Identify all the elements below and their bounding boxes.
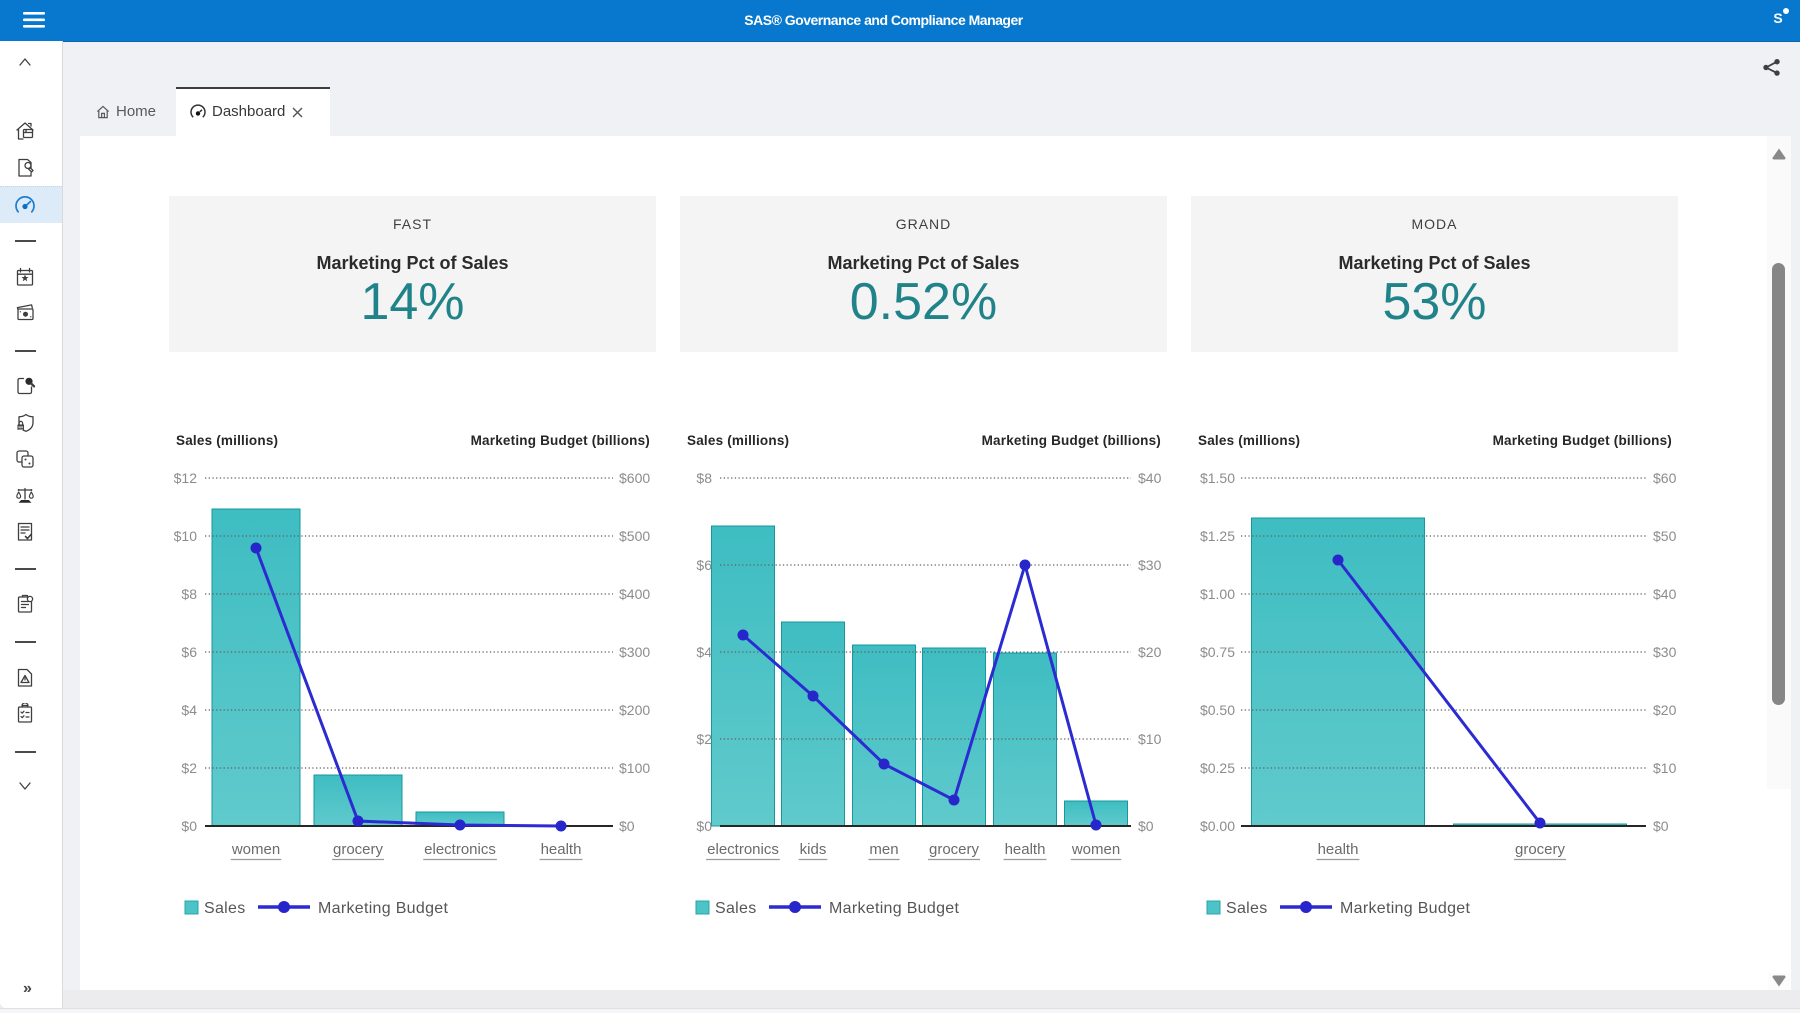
svg-text:electronics: electronics [424,841,496,858]
svg-text:kids: kids [800,841,827,858]
svg-text:$0: $0 [181,818,197,834]
svg-text:$100: $100 [619,760,650,776]
svg-text:$10: $10 [1138,731,1162,747]
svg-text:Marketing Budget (billions): Marketing Budget (billions) [982,433,1161,448]
svg-text:$6: $6 [181,644,197,660]
svg-text:$0: $0 [1138,818,1154,834]
svg-text:$0.25: $0.25 [1200,760,1235,776]
svg-text:$300: $300 [619,644,650,660]
svg-text:$2: $2 [181,760,197,776]
svg-text:$60: $60 [1653,470,1677,486]
svg-text:$2: $2 [696,731,712,747]
svg-text:$40: $40 [1138,470,1162,486]
svg-text:$4: $4 [696,644,712,660]
svg-text:$12: $12 [174,470,198,486]
svg-text:$50: $50 [1653,528,1677,544]
svg-text:$0: $0 [1653,818,1669,834]
svg-text:women: women [231,841,280,858]
svg-text:health: health [541,841,582,858]
svg-text:$0: $0 [696,818,712,834]
svg-text:grocery: grocery [929,841,980,858]
svg-text:Sales: Sales [204,900,246,917]
svg-text:electronics: electronics [707,841,779,858]
svg-text:Sales: Sales [715,900,757,917]
svg-text:health: health [1318,841,1359,858]
svg-text:$10: $10 [174,528,198,544]
svg-text:Sales (millions): Sales (millions) [687,433,789,448]
svg-text:$8: $8 [696,470,712,486]
svg-text:$400: $400 [619,586,650,602]
svg-text:$0.50: $0.50 [1200,702,1235,718]
svg-text:$1.00: $1.00 [1200,586,1235,602]
svg-text:Marketing Budget: Marketing Budget [318,900,448,917]
svg-text:$8: $8 [181,586,197,602]
svg-text:grocery: grocery [1515,841,1566,858]
svg-text:$1.25: $1.25 [1200,528,1235,544]
svg-text:Marketing Budget: Marketing Budget [1340,900,1470,917]
svg-text:Sales: Sales [1226,900,1268,917]
svg-text:$20: $20 [1653,702,1677,718]
svg-text:Marketing Budget: Marketing Budget [829,900,959,917]
svg-text:$30: $30 [1653,644,1677,660]
svg-text:$40: $40 [1653,586,1677,602]
svg-text:$0.00: $0.00 [1200,818,1235,834]
svg-text:Sales (millions): Sales (millions) [1198,433,1300,448]
svg-text:$500: $500 [619,528,650,544]
svg-text:Marketing Budget (billions): Marketing Budget (billions) [1493,433,1672,448]
svg-text:$6: $6 [696,557,712,573]
svg-text:women: women [1071,841,1120,858]
svg-text:$30: $30 [1138,557,1162,573]
svg-text:health: health [1005,841,1046,858]
svg-text:$600: $600 [619,470,650,486]
svg-text:$0: $0 [619,818,635,834]
svg-text:grocery: grocery [333,841,384,858]
svg-text:$4: $4 [181,702,197,718]
svg-text:Marketing Budget (billions): Marketing Budget (billions) [471,433,650,448]
svg-text:Sales (millions): Sales (millions) [176,433,278,448]
svg-text:men: men [869,841,898,858]
svg-text:$0.75: $0.75 [1200,644,1235,660]
svg-text:$10: $10 [1653,760,1677,776]
svg-text:$200: $200 [619,702,650,718]
svg-text:$20: $20 [1138,644,1162,660]
svg-text:$1.50: $1.50 [1200,470,1235,486]
